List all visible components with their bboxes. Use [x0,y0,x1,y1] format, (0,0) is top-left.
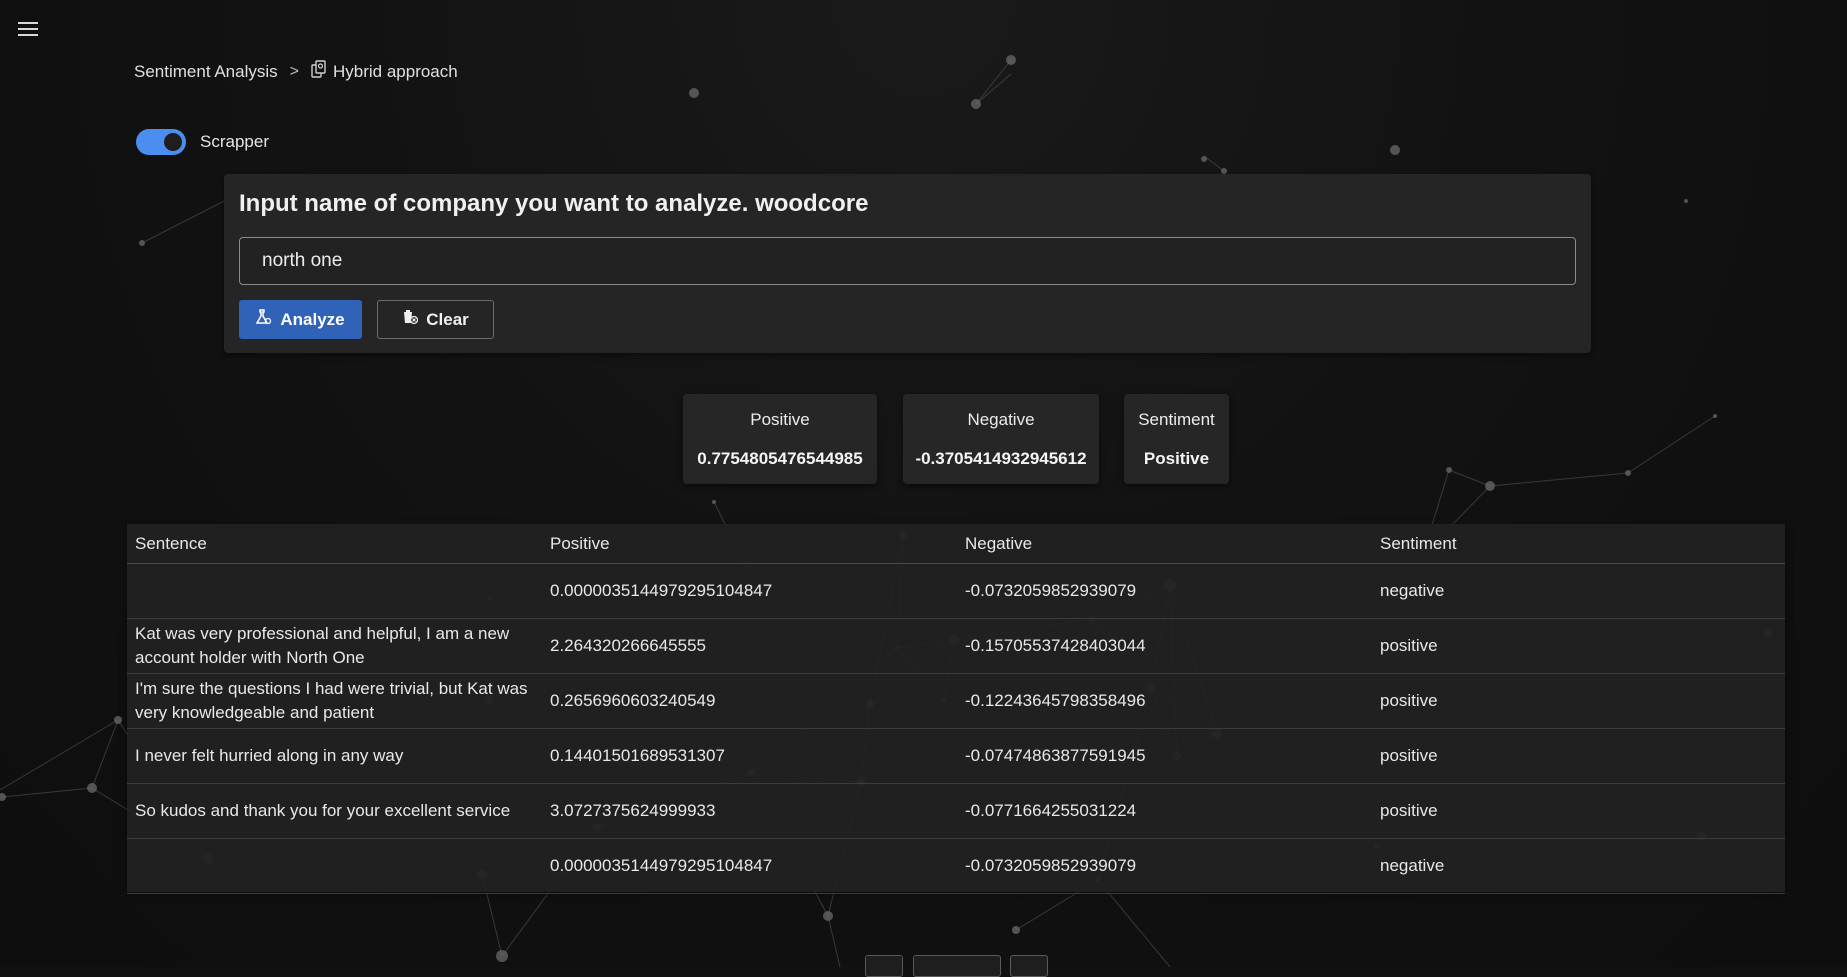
column-header-negative[interactable]: Negative [957,524,1372,564]
breadcrumb-root[interactable]: Sentiment Analysis [134,62,278,82]
table-row: I never felt hurried along in any way 0.… [127,728,1785,784]
breadcrumb-current-label: Hybrid approach [332,61,458,81]
overall-sentiment-label: Sentiment [1138,410,1215,429]
cell-negative: -0.0732059852939079 [957,563,1372,619]
cell-negative: -0.12243645798358496 [957,673,1372,729]
scrapper-label: Scrapper [200,132,269,151]
cell-sentiment: positive [1372,728,1785,784]
cell-sentiment: positive [1372,618,1785,674]
cell-positive: 3.0727375624999933 [542,783,957,839]
breadcrumb-separator: > [289,62,299,80]
cell-sentence [127,838,542,894]
negative-score-card: Negative -0.3705414932945612 [903,394,1099,484]
table-header-row: Sentence Positive Negative Sentiment [127,524,1785,564]
cell-positive: 0.0000035144979295104847 [542,838,957,894]
cell-positive: 0.14401501689531307 [542,728,957,784]
positive-score-value: 0.7754805476544985 [697,449,863,468]
cell-sentiment: positive [1372,783,1785,839]
overall-sentiment-value: Positive [1143,449,1210,468]
clear-label: Clear [426,309,469,329]
cell-sentence: So kudos and thank you for your excellen… [127,783,542,839]
cell-negative: -0.07474863877591945 [957,728,1372,784]
results-table: Sentence Positive Negative Sentiment 0.0… [127,524,1785,894]
analyze-label: Analyze [280,309,345,329]
form-title: Input name of company you want to analyz… [239,190,869,217]
cell-sentence: Kat was very professional and helpful, I… [127,618,542,674]
cell-sentiment: positive [1372,673,1785,729]
pagination-next-button[interactable] [1010,955,1048,977]
cell-sentiment: negative [1372,563,1785,619]
table-row: So kudos and thank you for your excellen… [127,783,1785,839]
table-row: 0.0000035144979295104847 -0.073205985293… [127,838,1785,894]
analyze-form-card: Input name of company you want to analyz… [224,174,1591,353]
breadcrumb-current[interactable]: Hybrid approach [311,60,458,83]
negative-score-value: -0.3705414932945612 [915,449,1087,468]
cell-positive: 2.264320266645555 [542,618,957,674]
analyze-icon [256,309,272,330]
analyze-button[interactable]: Analyze [239,300,362,339]
cell-sentence: I never felt hurried along in any way [127,728,542,784]
table-row: I'm sure the questions I had were trivia… [127,673,1785,729]
clear-icon [402,309,419,330]
hamburger-menu-icon[interactable] [18,20,42,40]
cell-negative: -0.0732059852939079 [957,838,1372,894]
breadcrumb: Sentiment Analysis > Hybrid approach [134,60,458,83]
pagination-prev-button[interactable] [865,955,903,977]
document-scan-icon [311,60,327,83]
cell-sentiment: negative [1372,838,1785,894]
positive-score-label: Positive [750,410,810,429]
cell-sentence: I'm sure the questions I had were trivia… [127,673,542,729]
column-header-sentence[interactable]: Sentence [127,524,542,564]
scrapper-toggle-row: Scrapper [136,129,269,155]
table-row: 0.0000035144979295104847 -0.073205985293… [127,563,1785,619]
scrapper-toggle[interactable] [136,129,186,155]
column-header-positive[interactable]: Positive [542,524,957,564]
pagination-page-indicator[interactable] [913,955,1001,977]
negative-score-label: Negative [967,410,1035,429]
table-row: Kat was very professional and helpful, I… [127,618,1785,674]
column-header-sentiment[interactable]: Sentiment [1372,524,1785,564]
company-name-input[interactable]: north one [239,237,1576,285]
cell-negative: -0.0771664255031224 [957,783,1372,839]
clear-button[interactable]: Clear [377,300,494,339]
cell-negative: -0.15705537428403044 [957,618,1372,674]
cell-positive: 0.2656960603240549 [542,673,957,729]
cell-positive: 0.0000035144979295104847 [542,563,957,619]
overall-sentiment-card: Sentiment Positive [1124,394,1229,484]
positive-score-card: Positive 0.7754805476544985 [683,394,877,484]
toggle-knob [164,133,182,151]
cell-sentence [127,563,542,619]
